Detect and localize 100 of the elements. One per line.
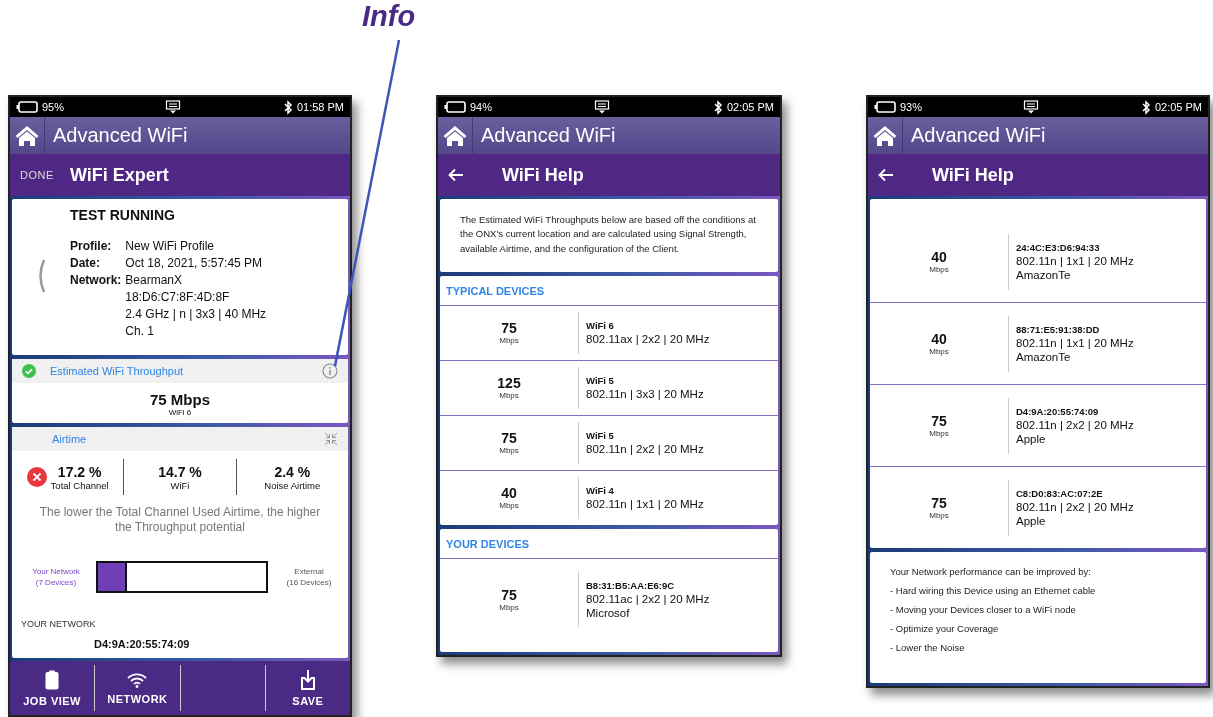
done-button[interactable]: DONE [20, 169, 70, 181]
battery-percent: 94% [470, 101, 493, 113]
status-time: 02:05 PM [726, 101, 774, 113]
device-vendor: Apple [1016, 433, 1047, 445]
throughput-value: 75 Mbps [150, 391, 210, 408]
nav-button[interactable]: SAVE [264, 665, 350, 711]
device-spec: 802.11n | 1x1 | 20 MHz [586, 498, 704, 511]
tray-icon [594, 100, 611, 114]
bluetooth-icon [282, 99, 293, 115]
home-icon[interactable] [15, 124, 39, 147]
speed-unit: Mbps [499, 391, 519, 401]
field-value: New WiFi Profile [125, 239, 216, 253]
tray-icon [1023, 100, 1040, 114]
device-name: 88:71:E5:91:38:DD [1016, 324, 1101, 335]
app-title: Advanced WiFi [480, 124, 616, 147]
screen-title: WiFi Help [502, 164, 584, 186]
tip-text: Your Network performance can be improved by: [890, 566, 1092, 577]
speed-unit: Mbps [929, 511, 949, 520]
section-title: YOUR NETWORK [20, 618, 97, 629]
speed-value: 40 [501, 485, 517, 502]
field-value: Oct 18, 2021, 5:57:45 PM [125, 256, 264, 270]
back-arrow-icon[interactable] [448, 168, 464, 182]
bluetooth-icon [712, 99, 723, 115]
stat-value: 14.7 % [158, 463, 202, 480]
nav-button[interactable]: NETWORK [94, 665, 180, 711]
status-time: 01:58 PM [296, 101, 344, 113]
speed-unit: Mbps [499, 501, 519, 511]
spinner-icon [36, 258, 46, 294]
speed-unit: Mbps [929, 429, 949, 438]
device-spec: 802.11n | 2x2 | 20 MHz [586, 443, 704, 456]
callout-label: Info [362, 0, 416, 33]
speed-value: 40 [931, 331, 947, 347]
field-value: BearmanX [125, 273, 184, 287]
device-name: WiFi 5 [586, 430, 615, 442]
back-arrow-icon[interactable] [878, 168, 894, 182]
field-label: Network: [70, 273, 122, 287]
device-spec: 802.11n | 1x1 | 20 MHz [1016, 337, 1134, 349]
device-name: D4:9A:20:55:74:09 [1016, 406, 1100, 417]
airtime-note: The lower the Total Channel Used Airtime, the higher the Throughput potential [38, 504, 322, 535]
home-icon[interactable] [873, 124, 897, 147]
speed-value: 75 [501, 586, 517, 603]
stat-label: Total Channel [50, 479, 109, 491]
field-value: 18:D6:C7:8F:4D:8F [125, 290, 231, 304]
speed-unit: Mbps [499, 602, 519, 612]
device-name: 24:4C:E3:D6:94:33 [1016, 242, 1101, 253]
battery-percent: 93% [900, 101, 923, 113]
device-name: WiFi 6 [586, 320, 615, 332]
device-spec: 802.11n | 2x2 | 20 MHz [1016, 501, 1134, 513]
tray-icon [165, 100, 182, 114]
speed-unit: Mbps [929, 347, 949, 356]
field-label: Profile: [70, 239, 113, 253]
battery-icon [444, 101, 466, 113]
legend-label: (16 Devices) [286, 578, 332, 587]
field-value: 2.4 GHz | n | 3x3 | 40 MHz [125, 307, 267, 321]
legend-label: External [294, 567, 324, 576]
wifi-standard: WiFi 6 [168, 408, 192, 417]
tip-text: - Hard wiring this Device using an Ethernet cable [890, 585, 1097, 596]
app-title: Advanced WiFi [910, 124, 1046, 147]
speed-value: 75 [501, 430, 517, 447]
device-spec: 802.11ax | 2x2 | 20 MHz [586, 333, 710, 346]
speed-unit: Mbps [499, 446, 519, 456]
tip-text: - Moving your Devices closer to a WiFi node [890, 604, 1077, 615]
section-title: TYPICAL DEVICES [445, 283, 546, 299]
device-spec: 802.11n | 2x2 | 20 MHz [1016, 419, 1134, 431]
card-title: Airtime [52, 433, 87, 445]
speed-value: 40 [931, 249, 947, 265]
legend-label: (7 Devices) [35, 578, 77, 587]
test-status: TEST RUNNING [70, 207, 176, 223]
device-mac: D4:9A:20:55:74:09 [93, 637, 191, 650]
screen-title: WiFi Expert [70, 164, 169, 186]
field-label: Date: [70, 256, 101, 270]
speed-value: 75 [931, 495, 947, 511]
intro-text: The Estimated WiFi Throughputs below are based off the conditions at the ONX's current location and are calculated using Signal Strength, available Airtime, and the configuration of the Client. [440, 199, 778, 272]
field-value: Ch. 1 [125, 324, 156, 338]
device-vendor: Microsof [586, 606, 631, 619]
wifi-icon [127, 671, 148, 688]
device-spec: 802.11n | 3x3 | 20 MHz [586, 388, 704, 401]
status-time: 02:05 PM [1154, 101, 1202, 113]
clipboard-icon [45, 669, 60, 690]
info-icon[interactable] [322, 363, 338, 379]
speed-value: 75 [931, 413, 947, 429]
speed-unit: Mbps [929, 265, 949, 274]
device-name: WiFi 4 [586, 485, 615, 497]
section-title: YOUR DEVICES [445, 536, 531, 552]
device-vendor: Apple [1016, 515, 1047, 527]
stat-label: Noise Airtime [264, 479, 321, 491]
home-icon[interactable] [443, 124, 467, 147]
speed-value: 75 [501, 320, 517, 337]
stat-label: WiFi [170, 479, 190, 491]
save-icon [299, 669, 316, 690]
bluetooth-icon [1140, 99, 1151, 115]
screen-title: WiFi Help [932, 164, 1014, 186]
stat-value: 2.4 % [274, 463, 311, 480]
stat-value: 17.2 % [57, 463, 102, 480]
speed-value: 125 [497, 375, 521, 392]
device-name: B8:31:B5:AA:E6:9C [586, 579, 676, 591]
battery-percent: 95% [42, 101, 65, 113]
battery-icon [16, 101, 38, 113]
nav-button[interactable]: JOB VIEW [10, 665, 95, 711]
device-name: C8:D0:83:AC:07:2E [1016, 488, 1104, 499]
